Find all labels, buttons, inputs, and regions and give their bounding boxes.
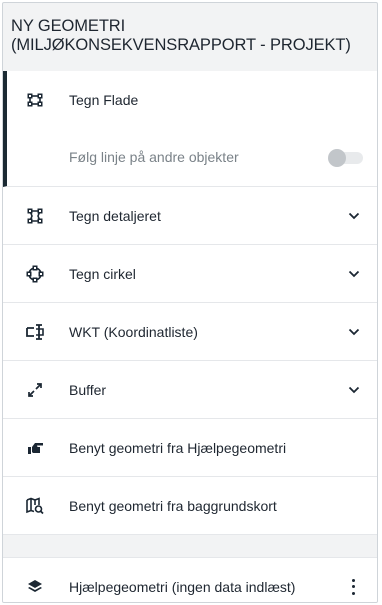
tool-draw-detailed[interactable]: Tegn detaljeret	[3, 187, 377, 245]
draw-circle-icon	[25, 264, 45, 284]
snap-option-label: Følg linje på andre objekter	[69, 149, 239, 165]
wkt-coordinates-icon	[25, 322, 45, 342]
chevron-down-icon[interactable]	[347, 209, 361, 223]
tool-buffer-label: Buffer	[69, 381, 107, 398]
chevron-down-icon[interactable]	[347, 267, 361, 281]
snap-option-row: Følg linje på andre objekter	[3, 129, 377, 187]
tool-wkt-label: WKT (Koordinatliste)	[69, 323, 198, 340]
layers-icon	[25, 577, 45, 597]
tool-draw-circle[interactable]: Tegn cirkel	[3, 245, 377, 303]
helper-geometry-layer[interactable]: Hjælpegeometri (ingen data indlæst)	[3, 558, 377, 602]
snap-option-toggle[interactable]	[328, 149, 363, 167]
section-divider	[3, 535, 377, 558]
tool-use-basemap-geometry[interactable]: Benyt geometri fra baggrundskort	[3, 477, 377, 535]
tool-draw-polygon[interactable]: Tegn Flade	[3, 71, 377, 129]
draw-detailed-icon	[25, 206, 45, 226]
tool-draw-polygon-label: Tegn Flade	[69, 92, 139, 108]
panel-title-line1: NY GEOMETRI	[11, 17, 126, 35]
panel-title-line2: (MILJØKONSEKVENSRAPPORT - PROJEKT)	[11, 36, 351, 54]
panel-title: NY GEOMETRI (MILJØKONSEKVENSRAPPORT - PR…	[3, 3, 377, 71]
helper-geometry-layer-label: Hjælpegeometri (ingen data indlæst)	[69, 578, 296, 595]
tool-draw-detailed-label: Tegn detaljeret	[69, 207, 161, 224]
tool-use-basemap-geometry-label: Benyt geometri fra baggrundskort	[69, 497, 277, 514]
chevron-down-icon[interactable]	[347, 325, 361, 339]
tool-draw-circle-label: Tegn cirkel	[69, 265, 136, 282]
more-options-icon[interactable]	[351, 578, 355, 595]
chevron-down-icon[interactable]	[347, 383, 361, 397]
draw-polygon-icon	[25, 90, 45, 110]
hand-pointer-icon	[25, 438, 45, 458]
buffer-expand-icon	[25, 380, 45, 400]
tool-wkt[interactable]: WKT (Koordinatliste)	[3, 303, 377, 361]
new-geometry-panel: NY GEOMETRI (MILJØKONSEKVENSRAPPORT - PR…	[2, 2, 378, 603]
tool-use-helper-geometry[interactable]: Benyt geometri fra Hjælpegeometri	[3, 419, 377, 477]
tool-use-helper-geometry-label: Benyt geometri fra Hjælpegeometri	[69, 439, 287, 456]
map-search-icon	[25, 496, 45, 516]
tool-buffer[interactable]: Buffer	[3, 361, 377, 419]
geometry-tools-list: Tegn Flade Følg linje på andre objekter	[3, 71, 377, 602]
toggle-knob	[328, 149, 346, 167]
